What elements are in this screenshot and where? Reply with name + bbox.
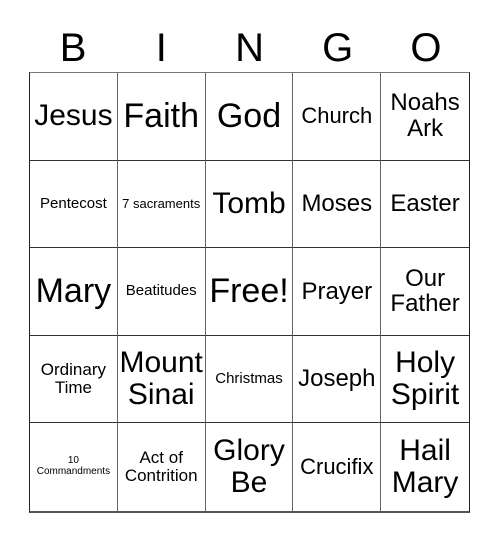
bingo-cell-label: Hail Mary — [391, 433, 459, 500]
bingo-cell-label: Our Father — [390, 264, 460, 318]
bingo-cell-label: 7 sacraments — [122, 195, 201, 211]
bingo-cell[interactable]: Holy Spirit — [381, 336, 469, 424]
bingo-cell-label: Free! — [209, 272, 289, 311]
bingo-cell-label: God — [216, 96, 282, 135]
header-letter-i: I — [155, 26, 167, 70]
bingo-cell[interactable]: Faith — [117, 73, 206, 161]
bingo-cell-label: Christmas — [215, 370, 283, 387]
header-letter-g: G — [322, 26, 354, 70]
bingo-cell[interactable]: Easter — [381, 161, 469, 249]
bingo-header: B I N G O — [29, 24, 470, 72]
bingo-cell-label: Faith — [123, 96, 199, 135]
header-letter-n: N — [235, 26, 264, 70]
header-letter-o: O — [410, 26, 442, 70]
bingo-cell[interactable]: Christmas — [205, 335, 294, 424]
bingo-cell-label: Ordinary Time — [40, 359, 106, 398]
bingo-cell[interactable]: Tomb — [205, 160, 294, 249]
bingo-cell-label: Beatitudes — [125, 282, 197, 300]
bingo-cell[interactable]: Jesus — [30, 73, 118, 161]
bingo-cell[interactable]: Hail Mary — [381, 423, 469, 511]
bingo-cell-label: Pentecost — [40, 194, 107, 212]
bingo-cell[interactable]: God — [205, 73, 294, 161]
bingo-cell[interactable]: Act of Contrition — [118, 423, 206, 511]
header-letter-b: B — [59, 26, 87, 70]
bingo-cell-label: Holy Spirit — [390, 345, 460, 412]
bingo-cell[interactable]: 7 sacraments — [117, 160, 206, 249]
bingo-cell[interactable]: Glory Be — [206, 423, 294, 511]
bingo-cell-label: Mount Sinai — [119, 345, 203, 412]
bingo-cell-label: Moses — [301, 189, 373, 217]
free-space-cell[interactable]: Free! — [205, 248, 294, 336]
bingo-cell[interactable]: Ordinary Time — [30, 335, 118, 424]
bingo-grid: Jesus Faith God Church Noahs Ark Pentecost 7 s… — [29, 72, 470, 513]
bingo-cell[interactable]: Church — [293, 73, 382, 161]
bingo-cell-label: Tomb — [212, 186, 286, 220]
bingo-cell[interactable]: Moses — [293, 160, 382, 249]
bingo-cell-label: Joseph — [298, 365, 376, 393]
bingo-cell[interactable]: Mary — [30, 248, 118, 336]
bingo-cell[interactable]: Pentecost — [30, 160, 118, 249]
bingo-cell[interactable]: Noahs Ark — [381, 73, 469, 161]
bingo-cell[interactable]: Our Father — [381, 248, 469, 336]
bingo-cell-label: Prayer — [301, 277, 373, 305]
bingo-cell-label: Easter — [390, 189, 460, 217]
bingo-cell[interactable]: 10 Commandments — [30, 423, 118, 511]
bingo-cell-label: Act of Contrition — [124, 447, 198, 486]
bingo-cell[interactable]: Joseph — [293, 335, 382, 424]
bingo-cell-label: Jesus — [34, 99, 113, 133]
bingo-cell-label: Church — [301, 103, 373, 129]
bingo-cell[interactable]: Mount Sinai — [117, 335, 206, 424]
bingo-cell-label: Crucifix — [300, 454, 374, 480]
bingo-cell-label: Noahs Ark — [390, 89, 460, 143]
bingo-cell[interactable]: Beatitudes — [117, 248, 206, 336]
bingo-cell[interactable]: Crucifix — [293, 423, 382, 511]
bingo-cell-label: Mary — [35, 272, 112, 311]
bingo-cell-label: 10 Commandments — [36, 455, 111, 478]
bingo-cell[interactable]: Prayer — [293, 248, 382, 336]
bingo-cell-label: Glory Be — [213, 433, 285, 500]
